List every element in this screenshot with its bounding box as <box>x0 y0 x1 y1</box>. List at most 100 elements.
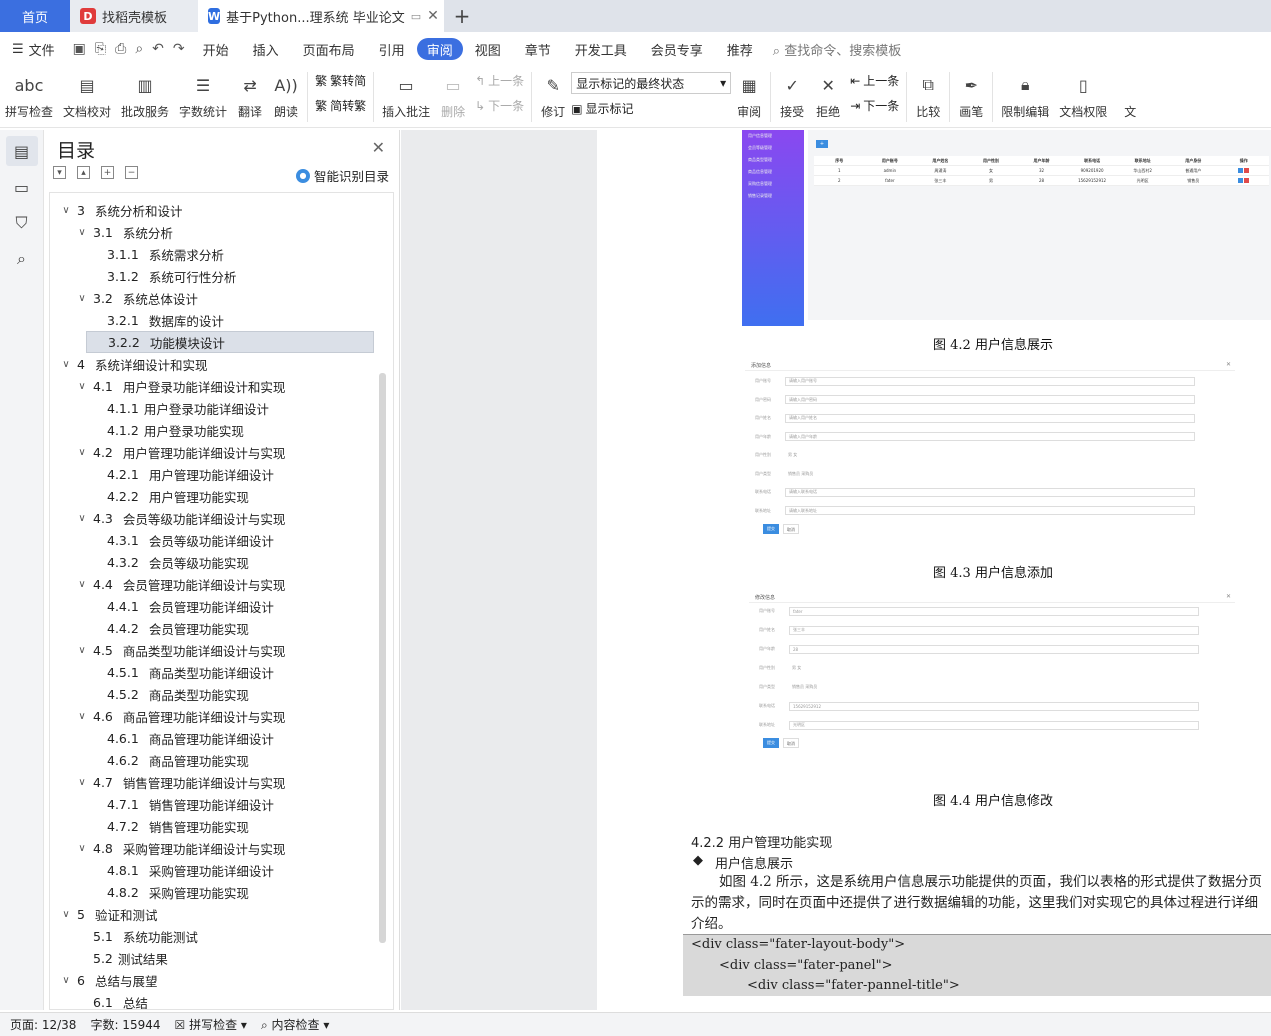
toc-item[interactable]: 4.6.2 商品管理功能实现 <box>50 749 393 771</box>
toc-item[interactable]: 4.2.1 用户管理功能详细设计 <box>50 463 393 485</box>
toc-item[interactable]: ∨ 4.5 商品类型功能详细设计与实现 <box>50 639 393 661</box>
menu-item-7[interactable]: 开发工具 <box>563 38 639 60</box>
prev-comment-button[interactable]: ↰ 上一条 <box>475 72 524 89</box>
toc-item[interactable]: 5.2 测试结果 <box>50 947 393 969</box>
chevron-down-icon[interactable]: ∨ <box>76 293 88 304</box>
toc-item[interactable]: 4.1.2 用户登录功能实现 <box>50 419 393 441</box>
bookmark-icon[interactable]: ⛉ <box>6 208 38 238</box>
status-content-check[interactable]: ⌕ 内容检查 ▾ <box>261 1016 329 1033</box>
chevron-down-icon[interactable]: ∨ <box>76 777 88 788</box>
toc-item[interactable]: ∨ 4.7 销售管理功能详细设计与实现 <box>50 771 393 793</box>
toc-item[interactable]: 4.2.2 用户管理功能实现 <box>50 485 393 507</box>
trad-to-simp-button[interactable]: 繁繁转简 <box>315 72 366 89</box>
menu-item-3[interactable]: 引用 <box>367 38 417 60</box>
chevron-down-icon[interactable]: ∨ <box>76 227 88 238</box>
review-pane-button[interactable]: ▦ 审阅 <box>731 66 767 120</box>
chevron-down-icon[interactable]: ∨ <box>76 381 88 392</box>
markup-state-select[interactable]: 显示标记的最终状态 ▾ <box>571 72 732 94</box>
toc-item[interactable]: ∨ 4.6 商品管理功能详细设计与实现 <box>50 705 393 727</box>
toc-view-icon[interactable]: ▤ <box>5 136 38 166</box>
menu-item-2[interactable]: 页面布局 <box>291 38 367 60</box>
menu-item-0[interactable]: 开始 <box>191 38 241 60</box>
tab-document[interactable]: W 基于Python...理系统 毕业论文 ▭ ✕ <box>198 0 444 32</box>
collapse-all-icon[interactable]: ▾ <box>53 166 66 179</box>
file-menu[interactable]: ☰ 文件 <box>0 38 67 60</box>
toc-item[interactable]: ∨ 6 总结与展望 <box>50 969 393 991</box>
tab-home[interactable]: 首页 <box>0 0 70 32</box>
toc-item[interactable]: 3.2.1 数据库的设计 <box>50 309 393 331</box>
chevron-down-icon[interactable]: ∨ <box>60 975 72 986</box>
spell-check-button[interactable]: abc 拼写检查 <box>0 66 58 120</box>
toc-item[interactable]: 3.1.1 系统需求分析 <box>50 243 393 265</box>
preview-icon[interactable]: ⌕ <box>135 41 143 57</box>
page-indicator[interactable]: 页面: 12/38 <box>10 1016 76 1033</box>
doc-proof-button[interactable]: ▤ 文档校对 <box>58 66 116 120</box>
toc-item[interactable]: 4.1.1 用户登录功能详细设计 <box>50 397 393 419</box>
show-markup-button[interactable]: ▣ 显示标记 <box>571 100 731 117</box>
toc-item[interactable]: 4.5.2 商品类型功能实现 <box>50 683 393 705</box>
toc-item[interactable]: 4.8.1 采购管理功能详细设计 <box>50 859 393 881</box>
toc-item[interactable]: ∨ 3.1 系统分析 <box>50 221 393 243</box>
new-tab-button[interactable]: + <box>444 0 480 32</box>
toc-item[interactable]: 3.2.2 功能模块设计 <box>86 331 374 353</box>
toc-item[interactable]: 6.1 总结 <box>50 991 393 1010</box>
toc-item[interactable]: ∨ 5 验证和测试 <box>50 903 393 925</box>
read-aloud-button[interactable]: A)) 朗读 <box>268 66 304 120</box>
chevron-down-icon[interactable]: ∨ <box>60 909 72 920</box>
export-icon[interactable]: ⎘ <box>95 41 106 57</box>
toc-item[interactable]: ∨ 4.1 用户登录功能详细设计和实现 <box>50 375 393 397</box>
toc-scrollbar[interactable] <box>379 373 386 943</box>
translate-button[interactable]: ⇄ 翻译 <box>232 66 268 120</box>
chevron-down-icon[interactable]: ∨ <box>76 645 88 656</box>
find-icon[interactable]: ⌕ <box>6 244 38 274</box>
chevron-down-icon[interactable]: ∨ <box>76 843 88 854</box>
toc-item[interactable]: 4.7.2 销售管理功能实现 <box>50 815 393 837</box>
tab-close-icon[interactable]: ✕ <box>427 8 439 24</box>
toc-item[interactable]: 4.3.2 会员等级功能实现 <box>50 551 393 573</box>
document-page[interactable]: 用户信息管理 会员等级管理 商品类型管理 商品信息管理 采购信息管理 销售记录管理 + 序… <box>597 130 1271 1010</box>
tab-float-icon[interactable]: ▭ <box>411 10 421 23</box>
word-count-button[interactable]: ☰ 字数统计 <box>174 66 232 120</box>
expand-all-icon[interactable]: ▴ <box>77 166 90 179</box>
redo-icon[interactable]: ↷ <box>173 41 185 57</box>
chevron-down-icon[interactable]: ∨ <box>76 447 88 458</box>
chevron-down-icon[interactable]: ∨ <box>76 711 88 722</box>
toc-item[interactable]: ∨ 4.4 会员管理功能详细设计与实现 <box>50 573 393 595</box>
chevron-down-icon[interactable]: ∨ <box>76 513 88 524</box>
toc-item[interactable]: ∨ 4 系统详细设计和实现 <box>50 353 393 375</box>
restrict-edit-button[interactable]: 🔒︎ 限制编辑 <box>996 66 1054 120</box>
toc-item[interactable]: ∨ 4.2 用户管理功能详细设计与实现 <box>50 441 393 463</box>
tab-template[interactable]: D 找稻壳模板 <box>70 0 198 32</box>
delete-comment-button[interactable]: ▭ 删除 <box>435 66 471 120</box>
toc-item[interactable]: 5.1 系统功能测试 <box>50 925 393 947</box>
insert-comment-button[interactable]: ▭ 插入批注 <box>377 66 435 120</box>
toc-item[interactable]: 4.5.1 商品类型功能详细设计 <box>50 661 393 683</box>
command-search[interactable]: ⌕ 查找命令、搜索模板 <box>773 40 901 59</box>
simp-to-trad-button[interactable]: 繁简转繁 <box>315 97 366 114</box>
prev-change-button[interactable]: ⇤ 上一条 <box>850 72 899 89</box>
add-level-icon[interactable]: + <box>101 166 114 179</box>
next-change-button[interactable]: ⇥ 下一条 <box>850 97 899 114</box>
accept-button[interactable]: ✓ 接受 <box>774 66 810 120</box>
correction-button[interactable]: ▥ 批改服务 <box>116 66 174 120</box>
print-icon[interactable]: ⎙ <box>115 41 126 57</box>
doc-rights-button[interactable]: ▯ 文档权限 <box>1054 66 1112 120</box>
status-spell-check[interactable]: ☒ 拼写检查 ▾ <box>175 1016 247 1033</box>
toc-item[interactable]: 4.4.1 会员管理功能详细设计 <box>50 595 393 617</box>
toc-item[interactable]: 4.8.2 采购管理功能实现 <box>50 881 393 903</box>
menu-item-4[interactable]: 审阅 <box>416 38 463 60</box>
toc-item[interactable]: 4.3.1 会员等级功能详细设计 <box>50 529 393 551</box>
toc-item[interactable]: ∨ 4.3 会员等级功能详细设计与实现 <box>50 507 393 529</box>
menu-item-6[interactable]: 章节 <box>513 38 563 60</box>
compare-button[interactable]: ⧉ 比较 <box>910 66 946 120</box>
track-changes-button[interactable]: ✎ 修订 <box>535 66 571 120</box>
more-button[interactable]: 文 <box>1112 66 1148 120</box>
menu-item-9[interactable]: 推荐 <box>715 38 765 60</box>
chevron-down-icon[interactable]: ∨ <box>60 359 72 370</box>
smart-toc-button[interactable]: ● 智能识别目录 <box>295 166 389 185</box>
toc-item[interactable]: ∨ 3 系统分析和设计 <box>50 199 393 221</box>
undo-icon[interactable]: ↶ <box>152 41 164 57</box>
toc-item[interactable]: ∨ 3.2 系统总体设计 <box>50 287 393 309</box>
menu-item-8[interactable]: 会员专享 <box>639 38 715 60</box>
chevron-down-icon[interactable]: ∨ <box>60 205 72 216</box>
